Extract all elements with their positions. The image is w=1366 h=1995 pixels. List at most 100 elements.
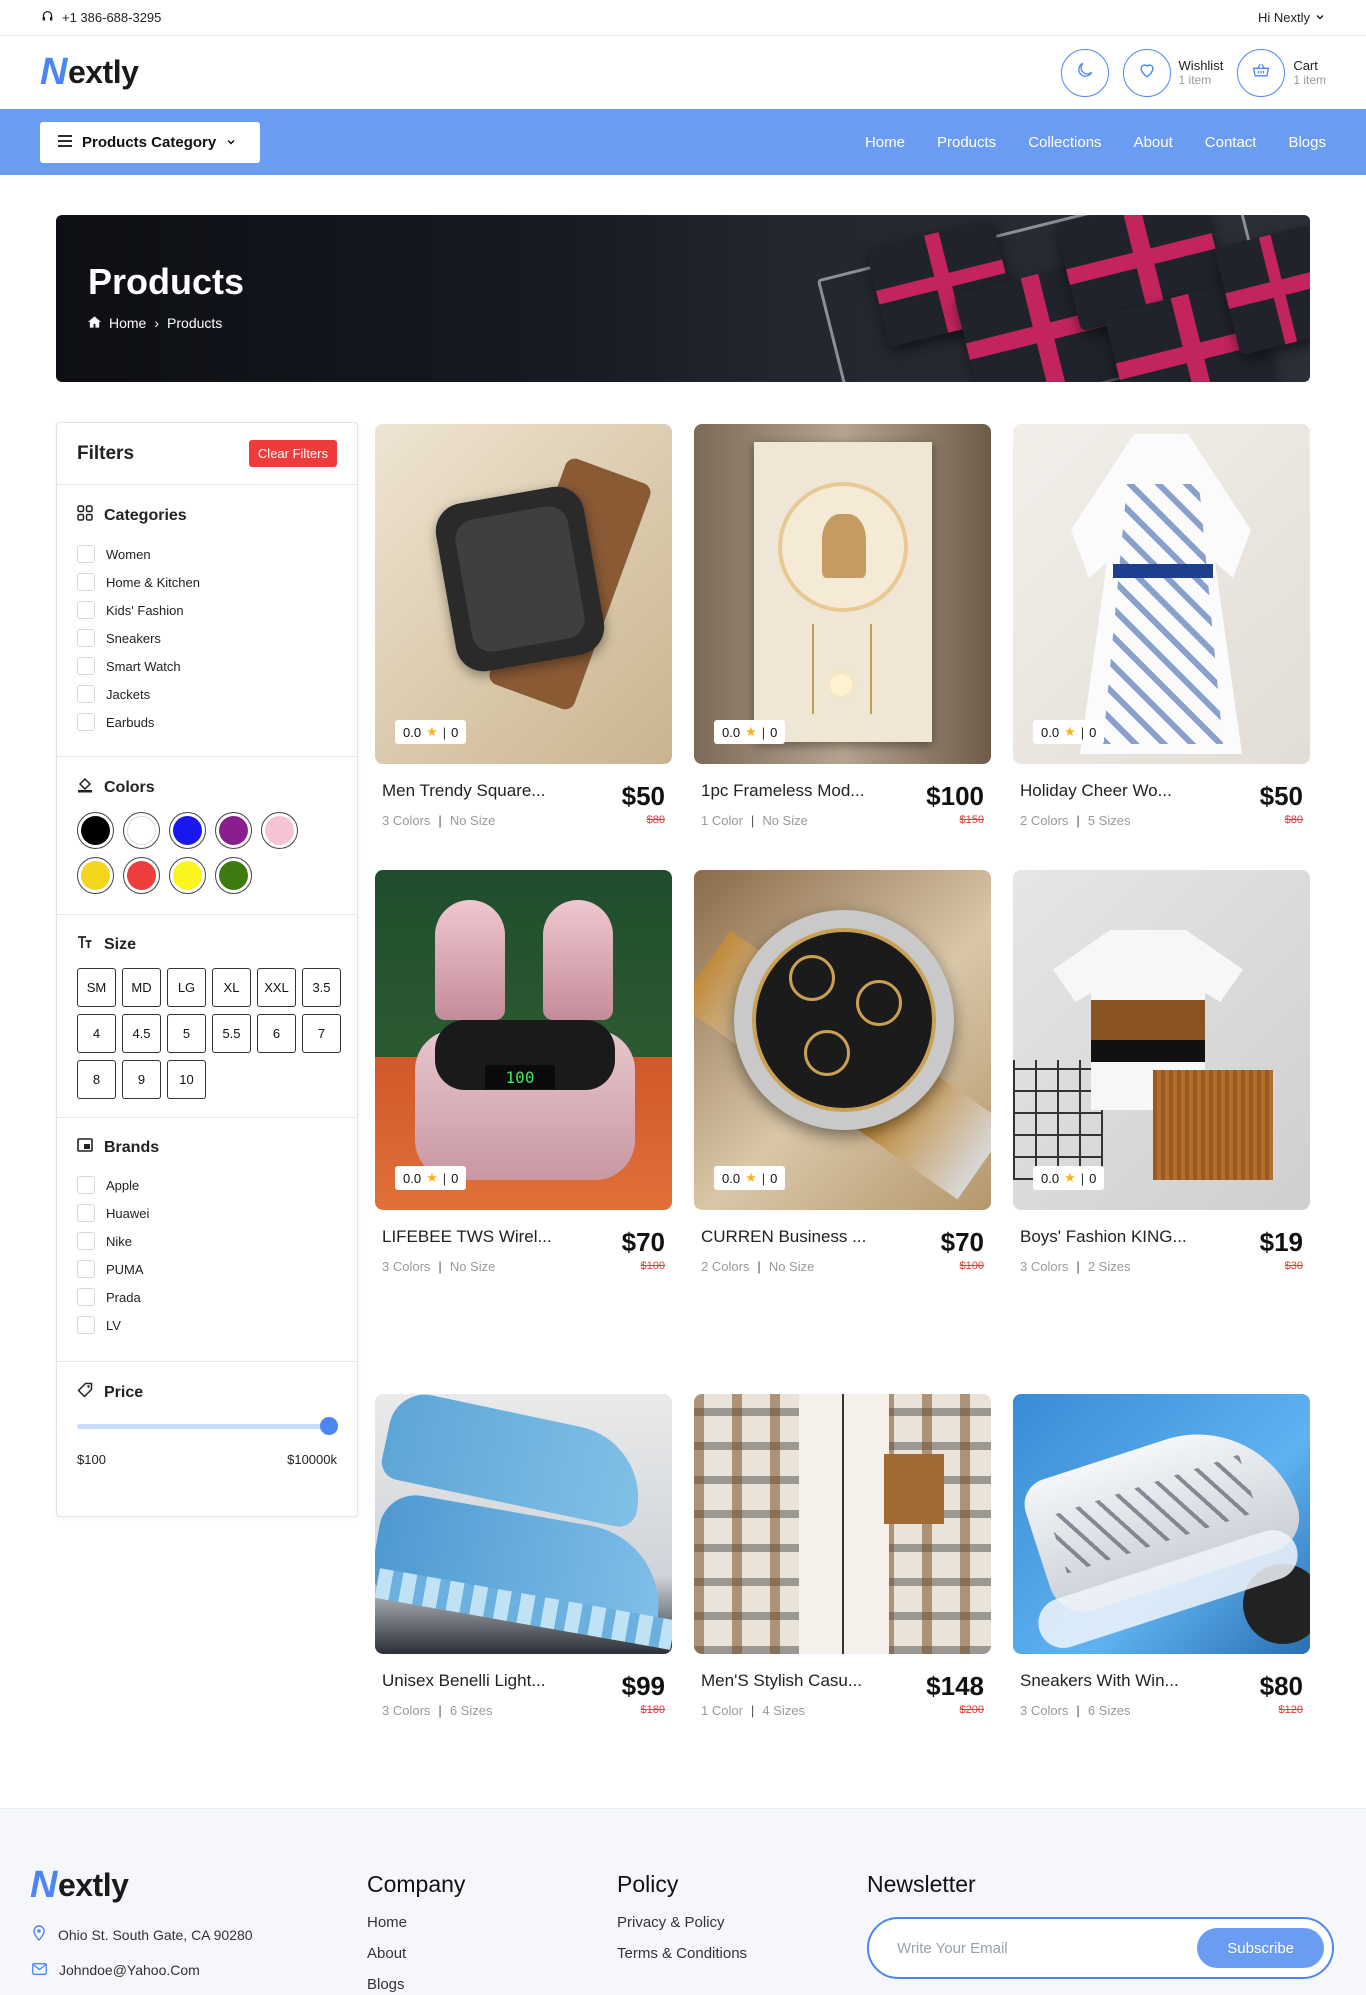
- nav-link-products[interactable]: Products: [937, 134, 996, 151]
- product-name[interactable]: Unisex Benelli Light...: [382, 1671, 545, 1691]
- product-name[interactable]: Men'S Stylish Casu...: [701, 1671, 862, 1691]
- size-option[interactable]: 10: [167, 1060, 206, 1099]
- product-name[interactable]: CURREN Business ...: [701, 1227, 866, 1247]
- products-category-dropdown[interactable]: Products Category: [40, 121, 260, 163]
- category-checkbox[interactable]: Earbuds: [77, 708, 337, 736]
- size-option[interactable]: 5: [167, 1014, 206, 1053]
- nav-link-collections[interactable]: Collections: [1028, 134, 1101, 151]
- product-price: $99: [621, 1671, 665, 1701]
- footer-link-privacy[interactable]: Privacy & Policy: [617, 1914, 747, 1931]
- size-option[interactable]: LG: [167, 968, 206, 1007]
- footer-link-about[interactable]: About: [367, 1945, 465, 1962]
- size-option[interactable]: XXL: [257, 968, 296, 1007]
- nav-link-contact[interactable]: Contact: [1205, 134, 1257, 151]
- nav-link-blogs[interactable]: Blogs: [1288, 134, 1326, 151]
- brand-checkbox[interactable]: PUMA: [77, 1255, 337, 1283]
- product-card[interactable]: 100 0.0 ★ | 0 LIFEBEE TWS Wirel... 3 Colors…: [375, 870, 672, 1274]
- header-actions: Wishlist 1 item Cart 1 item: [1060, 48, 1326, 97]
- brand-checkbox[interactable]: Huawei: [77, 1199, 337, 1227]
- brand-checkbox[interactable]: Prada: [77, 1283, 337, 1311]
- product-card[interactable]: Sneakers With Win... 3 Colors | 6 Sizes $8…: [1013, 1394, 1310, 1718]
- product-name[interactable]: Men Trendy Square...: [382, 781, 545, 801]
- cart-button[interactable]: Cart 1 item: [1237, 48, 1326, 97]
- category-checkbox[interactable]: Home & Kitchen: [77, 568, 337, 596]
- product-card[interactable]: Men'S Stylish Casu... 1 Color | 4 Sizes $1…: [694, 1394, 991, 1718]
- newsletter-email-input[interactable]: Write Your Email: [897, 1940, 1008, 1957]
- size-option[interactable]: MD: [122, 968, 161, 1007]
- product-image-chrono-watch[interactable]: 0.0 ★ | 0: [694, 870, 991, 1210]
- brand-checkbox[interactable]: Apple: [77, 1171, 337, 1199]
- color-swatch[interactable]: [169, 812, 206, 849]
- color-swatch[interactable]: [123, 812, 160, 849]
- rating-badge: 0.0 ★ | 0: [714, 1166, 786, 1190]
- product-image-watch[interactable]: 0.0 ★ | 0: [375, 424, 672, 764]
- size-option[interactable]: 4.5: [122, 1014, 161, 1053]
- category-checkbox[interactable]: Smart Watch: [77, 652, 337, 680]
- nav-link-about[interactable]: About: [1134, 134, 1173, 151]
- product-image-earbuds[interactable]: 100 0.0 ★ | 0: [375, 870, 672, 1210]
- size-option[interactable]: 6: [257, 1014, 296, 1053]
- footer-email[interactable]: Johndoe@Yahoo.Com: [32, 1962, 253, 1978]
- color-swatch[interactable]: [215, 857, 252, 894]
- color-swatch[interactable]: [169, 857, 206, 894]
- account-menu[interactable]: Hi Nextly: [1258, 10, 1325, 25]
- product-card[interactable]: 0.0 ★ | 0 CURREN Business ... 2 Colors | No S…: [694, 870, 991, 1274]
- product-name[interactable]: 1pc Frameless Mod...: [701, 781, 864, 801]
- product-card[interactable]: Unisex Benelli Light... 3 Colors | 6 Sizes…: [375, 1394, 672, 1718]
- site-logo[interactable]: Nextly: [40, 51, 139, 94]
- footer-link-home[interactable]: Home: [367, 1914, 465, 1931]
- product-card[interactable]: 0.0 ★ | 0 1pc Frameless Mod... 1 Color | No S…: [694, 424, 991, 828]
- category-checkbox[interactable]: Kids' Fashion: [77, 596, 337, 624]
- product-image-plaid-jacket[interactable]: [694, 1394, 991, 1654]
- rating-badge: 0.0 ★ | 0: [395, 1166, 467, 1190]
- price-range-slider[interactable]: [77, 1417, 338, 1435]
- size-option[interactable]: 4: [77, 1014, 116, 1053]
- page-title: Products: [88, 261, 245, 302]
- product-name[interactable]: Boys' Fashion KING...: [1020, 1227, 1187, 1247]
- price-slider-handle[interactable]: [320, 1417, 338, 1435]
- color-swatch[interactable]: [215, 812, 252, 849]
- product-image-dress[interactable]: 0.0 ★ | 0: [1013, 424, 1310, 764]
- size-options: SM MD LG XL XXL 3.5 4 4.5 5 5.5 6 7 8 9 10: [77, 968, 341, 1099]
- product-image-wall-art[interactable]: 0.0 ★ | 0: [694, 424, 991, 764]
- footer-link-terms[interactable]: Terms & Conditions: [617, 1945, 747, 1962]
- product-image-boys-outfit[interactable]: 0.0 ★ | 0: [1013, 870, 1310, 1210]
- brand-checkbox[interactable]: Nike: [77, 1227, 337, 1255]
- size-section: Size SM MD LG XL XXL 3.5 4 4.5 5 5.5 6 7 8 9 10: [57, 915, 357, 1118]
- category-checkbox[interactable]: Sneakers: [77, 624, 337, 652]
- brand-checkbox[interactable]: LV: [77, 1311, 337, 1339]
- color-swatch[interactable]: [77, 857, 114, 894]
- product-name[interactable]: LIFEBEE TWS Wirel...: [382, 1227, 552, 1247]
- logo-letter: N: [40, 51, 67, 93]
- phone-contact[interactable]: +1 386-688-3295: [41, 10, 161, 26]
- breadcrumb-home[interactable]: Home: [109, 315, 146, 331]
- footer-link-blogs[interactable]: Blogs: [367, 1976, 465, 1993]
- product-card[interactable]: 0.0 ★ | 0 Holiday Cheer Wo... 2 Colors | 5 Si…: [1013, 424, 1310, 828]
- size-option[interactable]: 5.5: [212, 1014, 251, 1053]
- wishlist-button[interactable]: Wishlist 1 item: [1122, 48, 1224, 97]
- product-card[interactable]: 0.0 ★ | 0 Boys' Fashion KING... 3 Colors | 2 …: [1013, 870, 1310, 1274]
- product-image-white-sneakers[interactable]: [1013, 1394, 1310, 1654]
- category-checkbox[interactable]: Women: [77, 540, 337, 568]
- category-checkbox[interactable]: Jackets: [77, 680, 337, 708]
- subscribe-button[interactable]: Subscribe: [1197, 1928, 1324, 1968]
- wishlist-label: Wishlist: [1178, 58, 1224, 73]
- product-card[interactable]: 0.0 ★ | 0 Men Trendy Square... 3 Colors | No …: [375, 424, 672, 828]
- size-option[interactable]: XL: [212, 968, 251, 1007]
- clear-filters-button[interactable]: Clear Filters: [248, 440, 337, 467]
- product-name[interactable]: Sneakers With Win...: [1020, 1671, 1179, 1691]
- color-swatch[interactable]: [77, 812, 114, 849]
- product-image-blue-sneakers[interactable]: [375, 1394, 672, 1654]
- size-option[interactable]: 9: [122, 1060, 161, 1099]
- nav-link-home[interactable]: Home: [865, 134, 905, 151]
- color-swatch[interactable]: [261, 812, 298, 849]
- size-option[interactable]: 8: [77, 1060, 116, 1099]
- footer-logo[interactable]: Nextly: [30, 1864, 129, 1907]
- size-option[interactable]: 7: [302, 1014, 341, 1053]
- size-option[interactable]: SM: [77, 968, 116, 1007]
- product-name[interactable]: Holiday Cheer Wo...: [1020, 781, 1172, 801]
- color-swatch[interactable]: [123, 857, 160, 894]
- product-price: $100: [926, 781, 984, 811]
- dark-mode-toggle[interactable]: [1060, 48, 1109, 97]
- size-option[interactable]: 3.5: [302, 968, 341, 1007]
